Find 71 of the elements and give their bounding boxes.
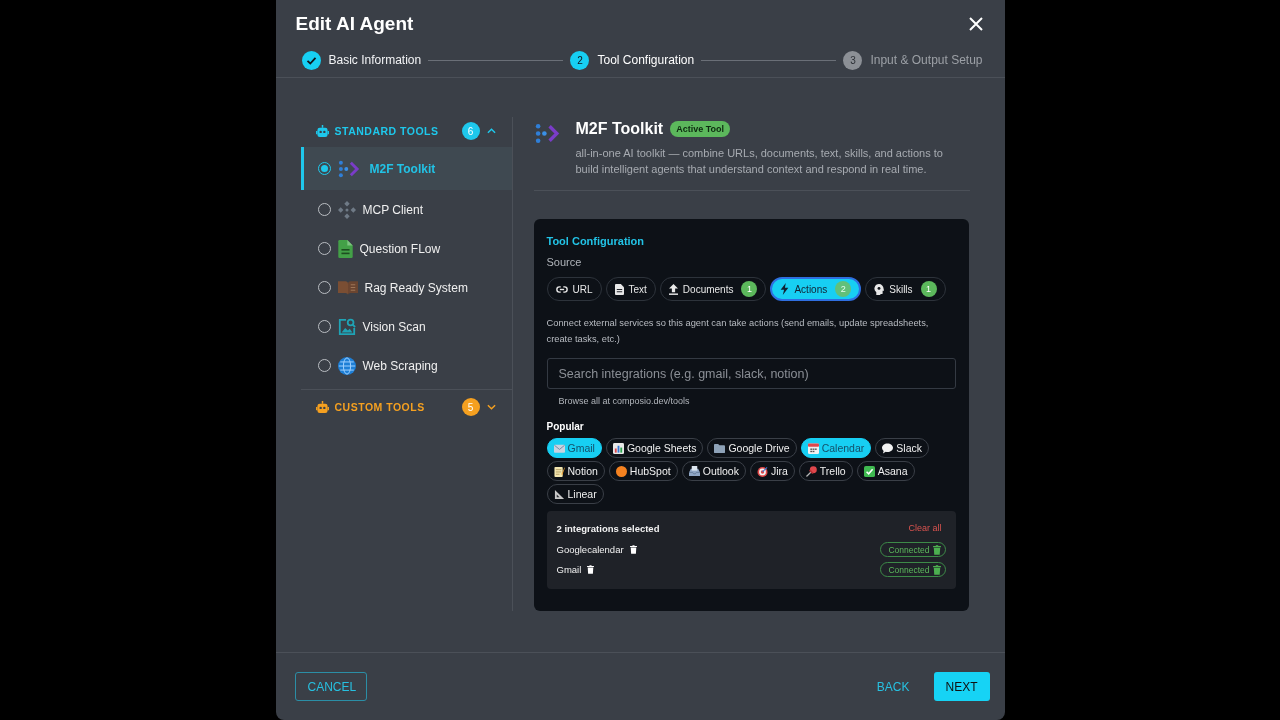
integration-name: Googlecalendar (556, 544, 624, 555)
target-icon (756, 465, 768, 477)
status-badge: Active Tool (670, 121, 731, 137)
robot-icon (315, 401, 329, 413)
chevron-down-icon[interactable] (486, 404, 496, 410)
sidebar-item[interactable]: Question FLow (300, 229, 512, 268)
sidebar-item[interactable]: Web Scraping (300, 346, 512, 385)
upload-icon (668, 283, 678, 295)
lightning-icon (780, 283, 790, 295)
head-icon (874, 283, 885, 295)
file-icon (614, 283, 624, 295)
source-tab[interactable]: Actions 2 (770, 277, 862, 301)
check-square-icon (863, 465, 875, 477)
integration-chip[interactable]: Gmail (546, 438, 602, 458)
count-badge: 6 (461, 122, 480, 140)
tray-icon (688, 465, 700, 477)
circle-icon (615, 465, 627, 477)
count-badge: 1 (920, 281, 937, 297)
sidebar-item[interactable]: MCP Client (300, 190, 512, 229)
chevron-up-icon[interactable] (486, 128, 496, 134)
integration-chip[interactable]: Calendar (800, 438, 872, 458)
group-header[interactable]: STANDARD TOOLS 6 (300, 117, 512, 145)
trash-icon[interactable] (587, 565, 595, 574)
step-number: 3 (843, 50, 863, 70)
field-label: Source (546, 255, 583, 269)
stepper-step[interactable]: Basic Information (301, 50, 422, 70)
bar-chart-icon (612, 442, 624, 454)
sidebar-item[interactable]: Vision Scan (300, 307, 512, 346)
close-icon[interactable] (968, 17, 983, 31)
dots-chevron-icon (337, 159, 360, 178)
group-header[interactable]: CUSTOM TOOLS 5 (300, 393, 512, 421)
step-number: 2 (570, 50, 590, 70)
link-icon (555, 285, 568, 293)
document-icon (337, 239, 353, 258)
globe-icon (337, 356, 356, 375)
cancel-button[interactable]: CANCEL (294, 672, 367, 701)
section-title: Tool Configuration (546, 234, 646, 248)
stepper-step[interactable]: 3 Input & Output Setup (843, 50, 983, 70)
help-text: Connect external services so this agent can take actions (send emails, update spreadsheets, create tasks, etc.) (546, 317, 930, 346)
clear-all-button[interactable]: Clear all (908, 523, 942, 533)
trash-icon[interactable] (629, 545, 637, 554)
diamond-dots-icon (337, 200, 356, 219)
robot-icon (315, 125, 329, 137)
image-search-icon (337, 317, 356, 336)
trash-icon (932, 564, 941, 575)
pushpin-icon (805, 465, 817, 477)
triangle-ruler-icon (553, 488, 565, 500)
trash-icon (932, 544, 941, 555)
dialog-title: Edit AI Agent (295, 12, 414, 36)
dots-chevron-icon (534, 123, 560, 144)
sidebar-item[interactable]: Rag Ready System (300, 268, 512, 307)
folder-icon (714, 442, 726, 454)
envelope-icon (553, 442, 565, 454)
sidebar-item[interactable]: M2F Toolkit (300, 147, 512, 190)
book-icon (337, 280, 358, 295)
count-badge: 2 (835, 281, 852, 297)
search-field[interactable]: Search integrations (e.g. gmail, slack, notion) (546, 358, 956, 389)
tool-title: M2F Toolkit (575, 119, 664, 139)
section-label: Popular (546, 420, 585, 434)
hint-text: Browse all at composio.dev/tools (557, 395, 691, 407)
count-badge: 5 (461, 398, 480, 416)
back-button[interactable]: BACK (864, 672, 922, 701)
integration-name: Gmail (556, 564, 582, 575)
selection-summary: 2 integrations selected (556, 522, 660, 534)
tool-description: all-in-one AI toolkit — combine URLs, documents, text, skills, and actions to build intelligent agents that understand context and respond in real time. (575, 146, 944, 177)
count-badge: 1 (741, 281, 758, 297)
speech-bubble-icon (882, 442, 894, 454)
calendar-icon (807, 442, 819, 454)
next-button[interactable]: NEXT (933, 672, 990, 701)
stepper-step[interactable]: 2 Tool Configuration (570, 50, 695, 70)
notepad-icon (553, 465, 565, 477)
